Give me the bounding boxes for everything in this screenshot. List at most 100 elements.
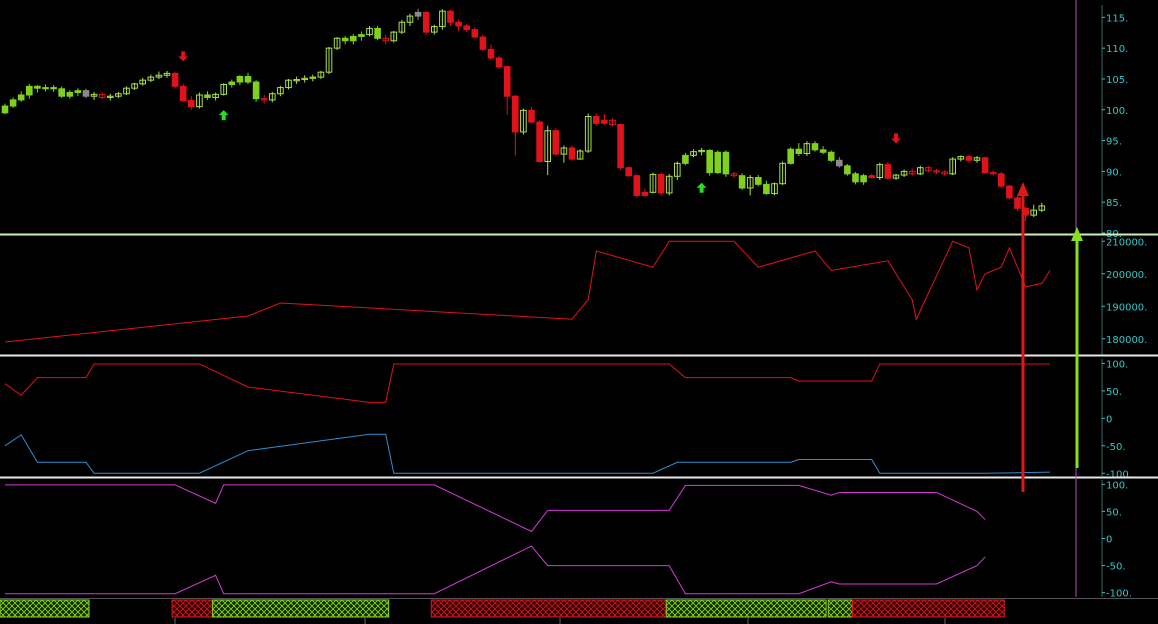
candle-body (884, 164, 892, 179)
candle-body (228, 81, 236, 85)
trading-chart[interactable]: 80.85.90.95.100.105.110.115. 180000.1900… (0, 0, 1158, 624)
candle-body (495, 57, 503, 68)
candle-body (479, 36, 487, 50)
candle-body (447, 10, 454, 23)
candle-body (617, 124, 624, 169)
volume-line-panel: 180000. 190000. 200000. 210000. (4, 237, 1147, 355)
panel-separators (0, 0, 1158, 624)
candle-body (836, 159, 843, 167)
oscillator-panel-2: -100.-50.050.100. (5, 480, 1132, 600)
y-tick-label: 85. (1106, 198, 1122, 209)
bullish-band (0, 599, 90, 618)
candle-body (763, 183, 770, 195)
y-tick-label: -50. (1106, 562, 1126, 573)
y-tick-label: 200000. (1106, 270, 1147, 281)
candle-body (512, 95, 519, 133)
candle-body (706, 149, 714, 174)
candle-body (981, 157, 989, 174)
candle-body (204, 94, 211, 98)
candle-body (244, 75, 252, 83)
y-tick-label: 115. (1106, 13, 1128, 24)
candle-body (657, 173, 665, 194)
red-annotation-arrow-head (1017, 182, 1029, 196)
y-tick-label: -50. (1106, 442, 1126, 453)
signal-bands (0, 599, 1005, 618)
candle-body (819, 149, 827, 153)
candle-body (738, 175, 746, 189)
sell-signal-arrow (178, 51, 189, 62)
candle-body (795, 148, 803, 155)
buy-signal-arrow (218, 110, 229, 121)
candle-body (722, 151, 730, 175)
candle-body (714, 151, 722, 174)
candle-body (998, 173, 1005, 187)
candle-body (965, 156, 973, 161)
price-panel: 80.85.90.95.100.105.110.115. (1, 5, 1128, 240)
y-tick-label: 100. (1106, 106, 1128, 117)
candle-body (179, 85, 187, 102)
candle-body (860, 175, 867, 183)
candle-body (844, 165, 851, 175)
series-line (4, 363, 1050, 403)
y-tick-label: 105. (1106, 75, 1128, 86)
candle-body (487, 48, 495, 59)
y-tick-label: 95. (1106, 137, 1122, 148)
candle-body (633, 175, 641, 196)
y-tick-label: 0 (1106, 535, 1112, 546)
series-line (4, 433, 1050, 474)
candle-body (868, 175, 876, 179)
candle-body (593, 116, 600, 124)
candle-body (1006, 185, 1013, 199)
candle-body (682, 154, 689, 164)
candle-body (341, 37, 349, 42)
candle-body (34, 85, 41, 89)
candle-body (9, 99, 17, 107)
buy-signal-arrow (696, 182, 707, 193)
y-tick-label: 90. (1106, 167, 1122, 178)
oscillator-panel-1: -100. -50. 0 50. 100. (4, 359, 1132, 480)
candle-body (625, 167, 633, 177)
candle-body (463, 25, 470, 31)
candle-body (414, 11, 422, 17)
candle-body (422, 11, 430, 33)
sell-signal-arrow (891, 133, 901, 144)
bearish-band (171, 599, 220, 618)
y-tick-label: 100. (1106, 359, 1128, 370)
candle-body (755, 177, 762, 185)
y-tick-label: 0 (1106, 414, 1112, 425)
candle-body (568, 147, 576, 160)
candle-body (471, 29, 479, 38)
y-tick-label: 110. (1106, 44, 1128, 55)
series-line (5, 484, 986, 533)
y-tick-label: 50. (1106, 387, 1122, 398)
y-tick-label: 100. (1106, 480, 1128, 491)
candle-body (50, 87, 57, 90)
candle-body (811, 143, 819, 151)
candle-body (350, 35, 357, 42)
candle-body (827, 151, 835, 161)
candle-body (66, 92, 74, 97)
candle-body (42, 87, 49, 90)
candle-body (171, 72, 179, 87)
series-line (4, 240, 1051, 343)
y-tick-label: 50. (1106, 507, 1122, 518)
candle-body (503, 66, 511, 97)
y-tick-label: 190000. (1106, 302, 1147, 313)
candle-body (58, 88, 66, 97)
candle-body (26, 85, 33, 96)
bearish-band (852, 599, 1005, 618)
candle-body (374, 27, 381, 39)
candle-body (252, 81, 260, 100)
candle-body (455, 21, 462, 27)
y-tick-label: -100. (1106, 469, 1132, 480)
y-tick-label: 180000. (1106, 335, 1147, 346)
candle-body (536, 121, 543, 163)
y-tick-label: 210000. (1106, 237, 1147, 248)
candle-body (358, 34, 365, 37)
candle-body (188, 100, 195, 108)
bearish-band (430, 599, 673, 618)
candle-body (641, 191, 649, 196)
candle-body (17, 94, 25, 101)
bullish-band (665, 599, 827, 618)
candle-body (787, 148, 795, 164)
